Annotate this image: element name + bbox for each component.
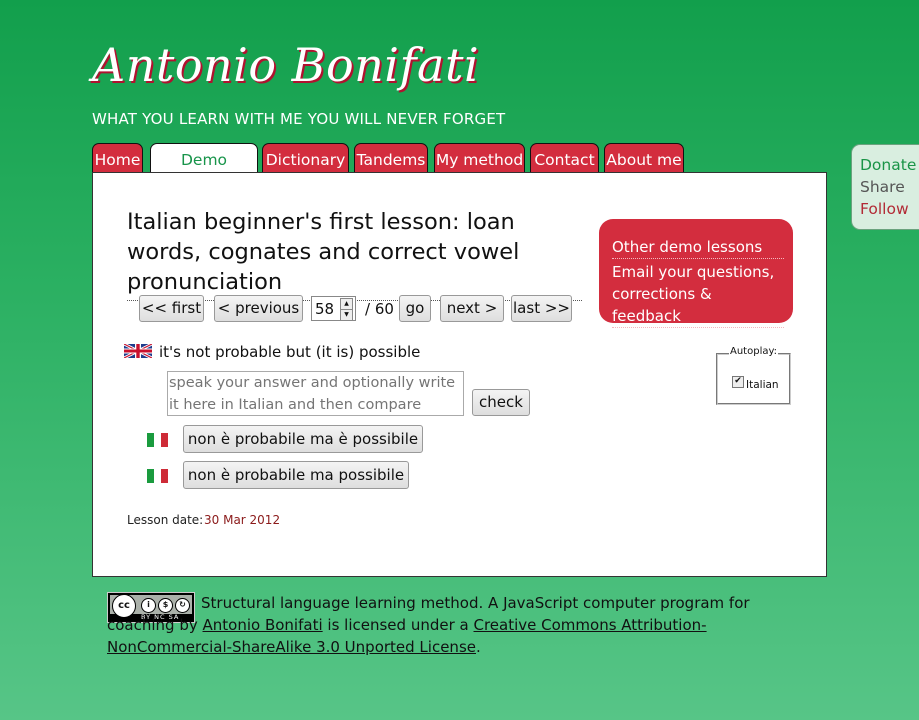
italy-flag-icon[interactable] (147, 433, 168, 447)
site-tagline: WHAT YOU LEARN WITH ME YOU WILL NEVER FO… (92, 110, 506, 128)
autoplay-fieldset: Autoplay: ✔ Italian (716, 346, 791, 405)
next-page-button[interactable]: next > (440, 295, 504, 322)
page-total: / 60 (365, 300, 394, 318)
first-page-button[interactable]: << first (139, 295, 204, 322)
tab-tandems[interactable]: Tandems (354, 143, 428, 172)
follow-link[interactable]: Follow (860, 200, 909, 218)
site-title[interactable]: Antonio Bonifati (92, 38, 479, 92)
translation-button-1[interactable]: non è probabile ma è possibile (183, 425, 423, 453)
tab-about-me[interactable]: About me (604, 143, 684, 172)
page-number-stepper[interactable]: 58 ▲ ▼ (311, 296, 356, 321)
lesson-panel: Italian beginner's first lesson: loan wo… (92, 172, 827, 577)
previous-page-button[interactable]: < previous (214, 295, 303, 322)
autoplay-legend: Autoplay: (729, 346, 779, 357)
autoplay-italian-label[interactable]: Italian (746, 379, 779, 391)
footer-license: Structural language learning method. A J… (107, 592, 817, 658)
last-page-button[interactable]: last >> (511, 295, 572, 322)
lesson-date-label: Lesson date: (127, 513, 204, 527)
answer-input[interactable] (167, 371, 464, 416)
other-demo-lessons-link[interactable]: Other demo lessons (612, 236, 784, 259)
footer-text-2: is licensed under a (327, 616, 469, 634)
floating-share-box: Donate Share Follow (851, 144, 919, 230)
stepper-down-icon[interactable]: ▼ (340, 309, 353, 321)
uk-flag-icon[interactable] (124, 344, 152, 358)
donate-link[interactable]: Donate (860, 156, 916, 174)
tab-contact[interactable]: Contact (530, 143, 599, 172)
footer-text-3: . (476, 638, 481, 656)
check-button[interactable]: check (472, 389, 530, 416)
side-links-box: Other demo lessons Email your questions,… (599, 219, 793, 328)
tab-dictionary[interactable]: Dictionary (262, 143, 349, 172)
lesson-date-value: 30 Mar 2012 (204, 513, 281, 527)
email-feedback-link[interactable]: Email your questions, corrections & feed… (612, 261, 784, 328)
tab-home[interactable]: Home (92, 143, 143, 172)
italy-flag-icon[interactable] (147, 469, 168, 483)
tab-demo-lessons[interactable]: Demo lessons (150, 143, 258, 202)
translation-button-2[interactable]: non è probabile ma possibile (183, 461, 409, 489)
author-link[interactable]: Antonio Bonifati (203, 616, 323, 634)
go-button[interactable]: go (399, 295, 431, 322)
lesson-title: Italian beginner's first lesson: loan wo… (127, 207, 582, 301)
autoplay-italian-checkbox[interactable]: ✔ (732, 376, 744, 388)
prompt-text: it's not probable but (it is) possible (159, 343, 421, 361)
tab-my-method[interactable]: My method (434, 143, 525, 172)
share-link[interactable]: Share (860, 178, 905, 196)
page-number-value: 58 (315, 300, 335, 318)
